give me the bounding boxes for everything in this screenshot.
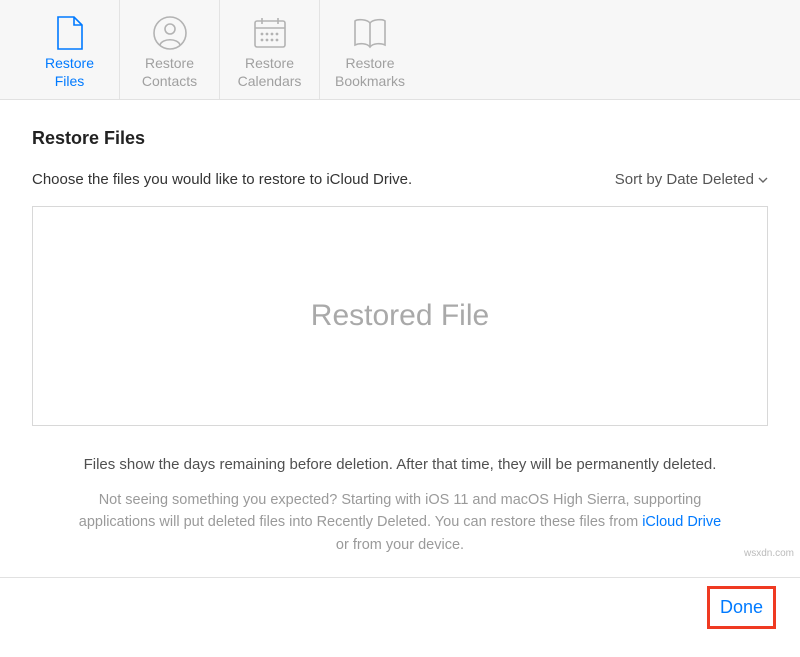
help-hint-text-a: Not seeing something you expected? Start… (79, 492, 702, 530)
file-placeholder: Restored File (311, 299, 489, 333)
content-area: Restore Files Choose the files you would… (0, 100, 800, 566)
watermark: wsxdn.com (744, 548, 794, 559)
chevron-down-icon (758, 177, 768, 183)
tab-label: Restore Bookmarks (335, 55, 405, 90)
calendar-icon (252, 13, 288, 53)
tab-restore-contacts[interactable]: Restore Contacts (120, 0, 220, 99)
tab-restore-files[interactable]: Restore Files (20, 0, 120, 99)
footer-bar: Done (0, 577, 800, 637)
done-highlight: Done (707, 586, 776, 629)
bookmarks-icon (350, 13, 390, 53)
instruction-text: Choose the files you would like to resto… (32, 171, 412, 188)
tab-label: Restore Calendars (238, 55, 302, 90)
done-button[interactable]: Done (720, 597, 763, 618)
help-hint: Not seeing something you expected? Start… (32, 489, 768, 556)
icloud-drive-link[interactable]: iCloud Drive (642, 514, 721, 530)
contact-icon (152, 13, 188, 53)
tab-label: Restore Contacts (142, 55, 197, 90)
file-list-area[interactable]: Restored File (32, 206, 768, 426)
tab-restore-bookmarks[interactable]: Restore Bookmarks (320, 0, 420, 99)
sort-dropdown[interactable]: Sort by Date Deleted (615, 171, 768, 188)
file-icon (55, 13, 85, 53)
tab-restore-calendars[interactable]: Restore Calendars (220, 0, 320, 99)
deletion-hint: Files show the days remaining before del… (32, 456, 768, 473)
sort-label: Sort by Date Deleted (615, 171, 754, 188)
help-hint-text-b: or from your device. (336, 537, 464, 553)
tab-label: Restore Files (45, 55, 94, 90)
tab-bar: Restore Files Restore Contacts Restore C… (0, 0, 800, 100)
page-title: Restore Files (32, 128, 768, 149)
